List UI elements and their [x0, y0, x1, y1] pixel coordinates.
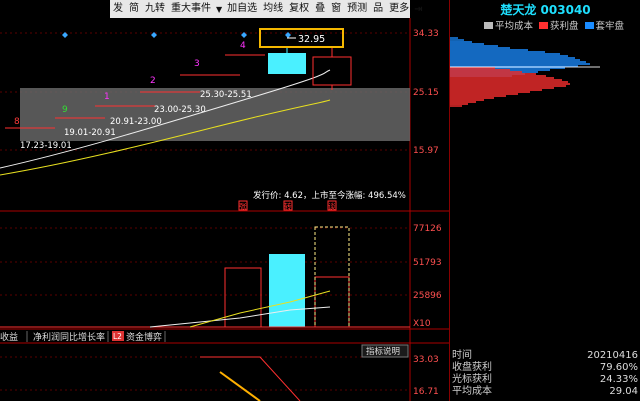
volume-tick: 25896 — [413, 291, 442, 301]
marker-zhuan: 转 — [284, 201, 292, 211]
toolbar-item[interactable]: 窗 — [328, 0, 344, 18]
issue-info: 发行价: 4.62，上市至今涨幅: 496.54% — [253, 190, 406, 201]
toolbar-item[interactable]: 简 — [126, 0, 142, 18]
indicator-tick: 33.03 — [413, 355, 439, 365]
chart-area[interactable]: 817.23-19.01919.01-20.91120.91-23.00223.… — [0, 0, 449, 401]
step-number: 2 — [150, 76, 156, 86]
volume-bar — [269, 254, 305, 327]
toolbar-item[interactable]: 加自选 — [224, 0, 260, 18]
indicator-tick: 16.71 — [413, 387, 439, 397]
volume-tick: 51793 — [413, 258, 442, 268]
toolbar-item[interactable]: 九转 — [142, 0, 168, 18]
toolbar-item[interactable]: 发 — [110, 0, 126, 18]
stats-row: 时间 20210416 — [452, 350, 638, 361]
svg-text:指标说明: 指标说明 — [366, 346, 400, 357]
step-number: 8 — [14, 117, 20, 127]
volume-bar — [224, 267, 262, 328]
tab-income[interactable]: 收益 — [0, 331, 18, 343]
step-number: 3 — [194, 59, 200, 69]
candle-red — [312, 56, 352, 86]
pin-icon[interactable]: ⇥ — [412, 4, 424, 15]
step-number: 9 — [62, 105, 68, 115]
volume-bar — [314, 276, 350, 328]
price-tick: 34.33 — [413, 29, 439, 39]
marker-tan: 谈 — [328, 201, 336, 211]
stats-table: 时间 20210416 收盘获利 79.60% 光标获利 24.33% 平均成本 29.… — [452, 350, 638, 398]
tab-net-profit-growth[interactable]: 净利润同比增长率 — [33, 331, 105, 343]
price-tick: 15.97 — [413, 146, 439, 156]
volume-scale: X10 — [413, 319, 431, 329]
chip-histogram — [450, 37, 600, 107]
toolbar-item[interactable]: 更多 — [386, 0, 412, 18]
step-range: 19.01-20.91 — [64, 128, 116, 138]
candle-cyan — [268, 53, 306, 74]
toolbar-item[interactable]: 复权 — [286, 0, 312, 18]
svg-text:L2: L2 — [113, 332, 122, 341]
toolbar-item[interactable]: 叠 — [312, 0, 328, 18]
volume-tick: 77126 — [413, 224, 442, 234]
price-tick: 25.15 — [413, 88, 439, 98]
step-number: 1 — [104, 92, 110, 102]
step-range: 25.30-25.51 — [200, 90, 252, 100]
step-range: 20.91-23.00 — [110, 117, 162, 127]
indicator-line-orange — [219, 371, 261, 401]
stats-row: 平均成本 29.04 — [452, 386, 638, 397]
step-range: 17.23-19.01 — [20, 141, 72, 151]
stats-row: 收盘获利 79.60% — [452, 362, 638, 373]
toolbar-item[interactable]: 品 — [370, 0, 386, 18]
toolbar-item[interactable]: 重大事件 — [168, 0, 214, 18]
diamond-marker — [62, 32, 68, 38]
high-callout-value: 32.95 — [298, 34, 325, 45]
tab-fund-game[interactable]: 资金博弈 — [126, 331, 162, 343]
toolbar-item[interactable]: 预测 — [344, 0, 370, 18]
stats-row: 光标获利 24.33% — [452, 374, 638, 385]
toolbar-item[interactable]: 均线 — [260, 0, 286, 18]
dropdown-arrow-icon[interactable]: ▼ — [214, 5, 224, 14]
marker-zhang: 张 — [239, 202, 247, 211]
step-number: 4 — [240, 41, 246, 51]
toolbar: 发 简 九转 重大事件 ▼ 加自选 均线 复权 叠 窗 预测 品 更多 ⇥ — [110, 0, 423, 18]
chip-distribution-panel: 楚天龙 003040 平均成本 获利盘 套牢盘 时间 20210416 收盘获利 7… — [449, 0, 640, 401]
